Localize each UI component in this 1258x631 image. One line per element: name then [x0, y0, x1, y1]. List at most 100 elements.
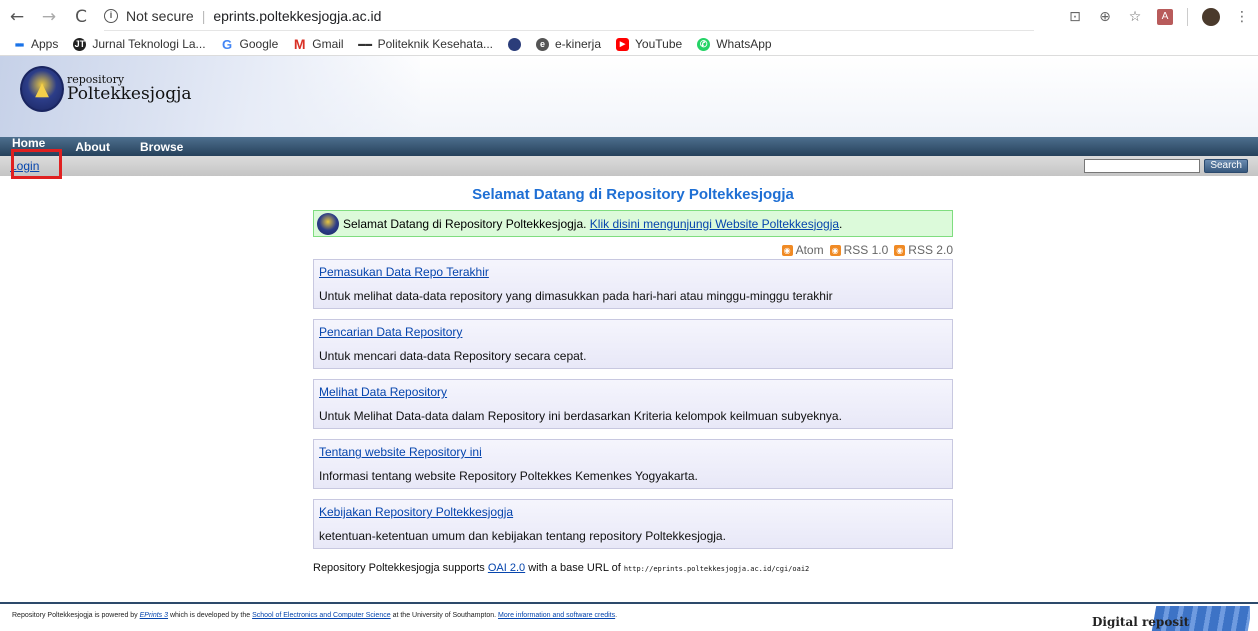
bookmark-jurnal[interactable]: JT Jurnal Teknologi La... [73, 37, 206, 51]
box-description: Untuk melihat data-data repository yang … [319, 289, 833, 303]
bookmark-label: Jurnal Teknologi La... [92, 37, 206, 51]
search-button[interactable]: Search [1204, 159, 1248, 173]
toolbar-divider [1187, 7, 1188, 26]
info-icon[interactable]: i [104, 9, 118, 23]
bookmark-label: Apps [31, 37, 59, 51]
box-link[interactable]: Melihat Data Repository [319, 385, 947, 403]
youtube-icon: ▶ [616, 37, 630, 51]
translate-icon[interactable]: ⊡ [1067, 9, 1083, 25]
whatsapp-icon: ✆ [697, 37, 711, 51]
school-link[interactable]: School of Electronics and Computer Scien… [252, 612, 391, 619]
back-arrow-icon[interactable]: ← [8, 7, 26, 27]
pdf-extension-icon[interactable]: A [1157, 8, 1173, 25]
ekinerja-icon: e [536, 37, 549, 51]
url-bar[interactable]: i Not secure | eprints.poltekkesjogja.ac… [104, 3, 1034, 31]
bookmark-apps[interactable]: ▪▪▪ Apps [12, 36, 59, 52]
rss-icon: ◉ [829, 244, 841, 256]
sub-nav: Login Search [0, 149, 1258, 179]
poltekkes-icon: ▬▬ [358, 40, 373, 48]
bookmark-label: e-kinerja [555, 37, 602, 51]
nav-about[interactable]: About [75, 140, 110, 154]
digital-repository-logo[interactable]: Digital reposit [1080, 606, 1250, 631]
welcome-message: Selamat Datang di Repository Poltekkesjo… [343, 217, 842, 231]
box-description: Untuk Melihat Data-data dalam Repository… [319, 409, 842, 423]
feed-rss2[interactable]: ◉ RSS 2.0 [894, 243, 953, 257]
menu-box: Pencarian Data Repository Untuk mencari d… [313, 319, 953, 369]
bookmark-university[interactable] [508, 37, 521, 51]
feed-label: Atom [795, 243, 824, 257]
footer-text: at the University of Southampton. [390, 612, 499, 619]
zoom-icon[interactable]: ⊕ [1097, 9, 1113, 25]
bookmark-label: Politeknik Kesehata... [377, 37, 493, 51]
address-bar-row: ← → C i Not secure | eprints.poltekkesjo… [0, 0, 1258, 33]
url-security-label: Not secure [126, 8, 194, 24]
main-content: Selamat Datang di Repository Poltekkesjo… [313, 186, 953, 574]
gmail-icon: M [293, 36, 306, 52]
eprints-link[interactable]: EPrints 3 [140, 612, 168, 619]
feed-atom[interactable]: ◉ Atom [781, 243, 824, 257]
footer-text: which is developed by the [168, 612, 253, 619]
feed-rss1[interactable]: ◉ RSS 1.0 [829, 243, 889, 257]
bookmark-youtube[interactable]: ▶ YouTube [616, 37, 682, 51]
site-header: ▲ repository Poltekkesjogja [0, 56, 1258, 137]
forward-arrow-icon[interactable]: → [40, 7, 58, 27]
page-title: Selamat Datang di Repository Poltekkesjo… [472, 186, 794, 203]
nav-home[interactable]: Home [12, 136, 45, 150]
profile-avatar-icon[interactable] [1202, 7, 1220, 26]
feed-label: RSS 1.0 [843, 243, 889, 257]
digital-repository-text: Digital reposit [1092, 615, 1190, 629]
oai-url: http://eprints.poltekkesjogja.ac.id/cgi/… [623, 565, 810, 573]
main-nav: Home About Browse [0, 136, 1258, 156]
welcome-end: . [839, 216, 843, 231]
menu-box: Kebijakan Repository Poltekkesjogja keten… [313, 499, 953, 549]
emblem-icon: ▲ [20, 66, 64, 112]
bookmark-google[interactable]: G Google [221, 36, 278, 52]
footer-text: . [615, 612, 618, 619]
box-description: ketentuan-ketentuan umum dan kebijakan t… [319, 529, 726, 543]
footer-text: Repository Poltekkesjogja is powered by [12, 612, 140, 619]
menu-boxes: Pemasukan Data Repo Terakhir Untuk meliha… [313, 259, 953, 549]
welcome-text: Selamat Datang di Repository Poltekkesjo… [343, 216, 590, 231]
search-form: Search [1084, 159, 1248, 173]
star-icon[interactable]: ☆ [1127, 9, 1143, 25]
oai-text: Repository Poltekkesjogja supports [313, 562, 488, 574]
bookmark-poltekkes[interactable]: ▬▬ Politeknik Kesehata... [358, 37, 493, 51]
bookmarks-bar: ▪▪▪ Apps JT Jurnal Teknologi La... G Google… [0, 33, 1258, 56]
box-link[interactable]: Tentang website Repository ini [319, 445, 947, 463]
emblem-icon [317, 212, 339, 235]
jurnal-icon: JT [73, 37, 87, 51]
box-description: Informasi tentang website Repository Pol… [319, 469, 698, 483]
search-input[interactable] [1084, 159, 1201, 173]
oai-text: with a base URL of [525, 562, 624, 574]
website-link[interactable]: Klik disini mengunjungi Website Poltekke… [590, 217, 839, 231]
oai-link[interactable]: OAI 2.0 [488, 562, 525, 574]
credits-link[interactable]: More information and software credits [498, 612, 615, 619]
box-link[interactable]: Pemasukan Data Repo Terakhir [319, 265, 947, 283]
box-link[interactable]: Pencarian Data Repository [319, 325, 947, 343]
bookmark-whatsapp[interactable]: ✆ WhatsApp [697, 37, 772, 51]
google-icon: G [221, 36, 233, 52]
feed-links: ◉ Atom ◉ RSS 1.0 ◉ RSS 2.0 [313, 243, 953, 257]
menu-box: Pemasukan Data Repo Terakhir Untuk meliha… [313, 259, 953, 309]
url-separator: | [201, 8, 206, 24]
university-logo-icon [508, 37, 521, 51]
bookmark-label: WhatsApp [716, 37, 772, 51]
logo-big-text: Poltekkesjogja [67, 83, 192, 104]
bookmark-ekinerja[interactable]: e e-kinerja [536, 37, 601, 51]
rss-icon: ◉ [781, 244, 793, 256]
apps-grid-icon: ▪▪▪ [14, 36, 25, 52]
bookmark-gmail[interactable]: M Gmail [293, 36, 344, 52]
menu-dots-icon[interactable]: ⋮ [1234, 9, 1250, 25]
oai-info: Repository Poltekkesjogja supports OAI 2… [313, 562, 953, 574]
site-logo[interactable]: ▲ repository Poltekkesjogja [20, 66, 192, 112]
nav-browse[interactable]: Browse [140, 140, 183, 154]
box-link[interactable]: Kebijakan Repository Poltekkesjogja [319, 505, 947, 523]
bookmark-label: YouTube [635, 37, 683, 51]
menu-box: Melihat Data Repository Untuk Melihat Dat… [313, 379, 953, 429]
url-text[interactable]: eprints.poltekkesjogja.ac.id [213, 8, 381, 24]
menu-box: Tentang website Repository ini Informasi … [313, 439, 953, 489]
rss-icon: ◉ [894, 244, 906, 256]
welcome-banner: Selamat Datang di Repository Poltekkesjo… [313, 210, 953, 237]
reload-icon[interactable]: C [72, 7, 90, 27]
box-description: Untuk mencari data-data Repository secar… [319, 349, 587, 363]
